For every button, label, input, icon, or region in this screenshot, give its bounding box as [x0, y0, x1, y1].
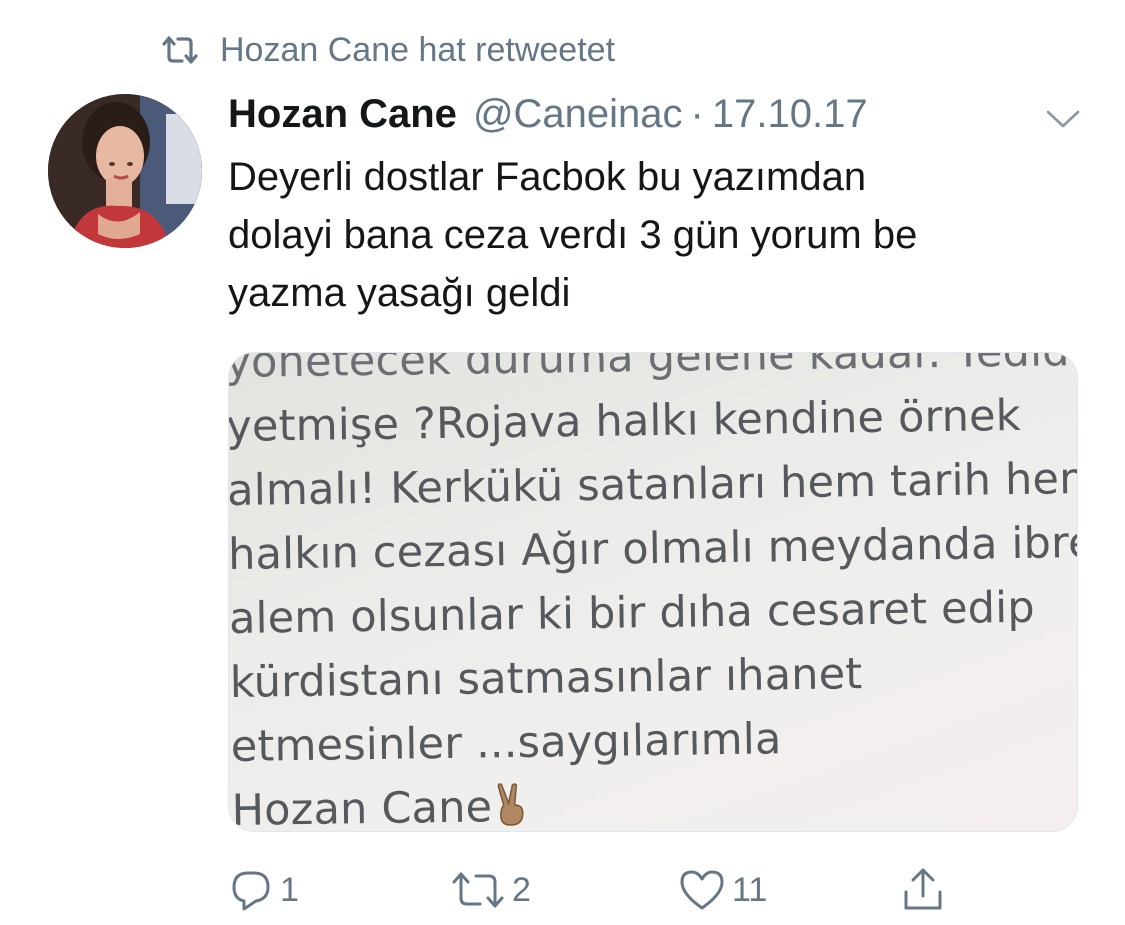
separator-dot: · — [690, 91, 704, 136]
photo-text: yönetecek duruma gelene kadar. Yediden y… — [228, 353, 1078, 832]
photo-text-line: halkın cezası Ağır olmalı meydanda ibret… — [228, 517, 1078, 580]
reply-icon — [228, 867, 274, 913]
retweet-count: 2 — [512, 870, 531, 909]
photo-text-line: almalı! Kerkükü satanları hem tarih hem — [228, 453, 1078, 516]
tweet-text-line: dolayi bana ceza verdı 3 gün yorum be — [228, 213, 918, 257]
victory-hand-icon — [494, 781, 529, 831]
retweet-icon — [450, 870, 506, 910]
chevron-down-icon[interactable] — [1043, 104, 1083, 134]
photo-text-line: kürdistanı satmasınlar ıhanet — [229, 649, 863, 708]
reply-action[interactable]: 1 — [228, 860, 299, 920]
tweet-text-line: Deyerli dostlar Facbok bu yazımdan — [228, 155, 867, 199]
tweet-date[interactable]: 17.10.17 — [712, 92, 868, 137]
photo-text-line: Hozan Cane — [231, 782, 493, 832]
heart-icon — [678, 868, 726, 912]
photo-text-line: etmesinler ...saygılarımla — [230, 714, 782, 772]
like-action[interactable]: 11 — [678, 860, 767, 920]
like-count: 11 — [732, 870, 768, 909]
retweet-context-label: Hozan Cane hat retweetet — [220, 30, 616, 69]
author-handle[interactable]: @Caneinac — [473, 92, 683, 137]
retweet-context: Hozan Cane hat retweetet — [160, 28, 615, 72]
photo-text-line: alem olsunlar ki bir dıha cesaret edip — [228, 582, 1036, 644]
tweet-actions: 1 2 11 — [228, 860, 988, 920]
tweet-text-line: yazma yasağı geldi — [228, 271, 571, 315]
photo-text-line: yetmişe ?Rojava halkı kendine örnek — [228, 390, 1022, 452]
tweet-text: Deyerli dostlar Facbok bu yazımdan dolay… — [228, 148, 1078, 322]
retweet-icon — [160, 35, 200, 65]
retweet-action[interactable]: 2 — [450, 860, 531, 920]
share-icon — [900, 866, 946, 914]
share-action[interactable] — [900, 860, 946, 920]
author-name[interactable]: Hozan Cane — [228, 92, 457, 137]
avatar[interactable] — [48, 94, 202, 248]
reply-count: 1 — [280, 870, 299, 909]
tweet-media-image[interactable]: yönetecek duruma gelene kadar. Yediden y… — [228, 352, 1078, 832]
tweet-header: Hozan Cane @Caneinac · 17.10.17 — [228, 86, 1085, 142]
photo-signature: Hozan Cane — [231, 766, 1077, 832]
